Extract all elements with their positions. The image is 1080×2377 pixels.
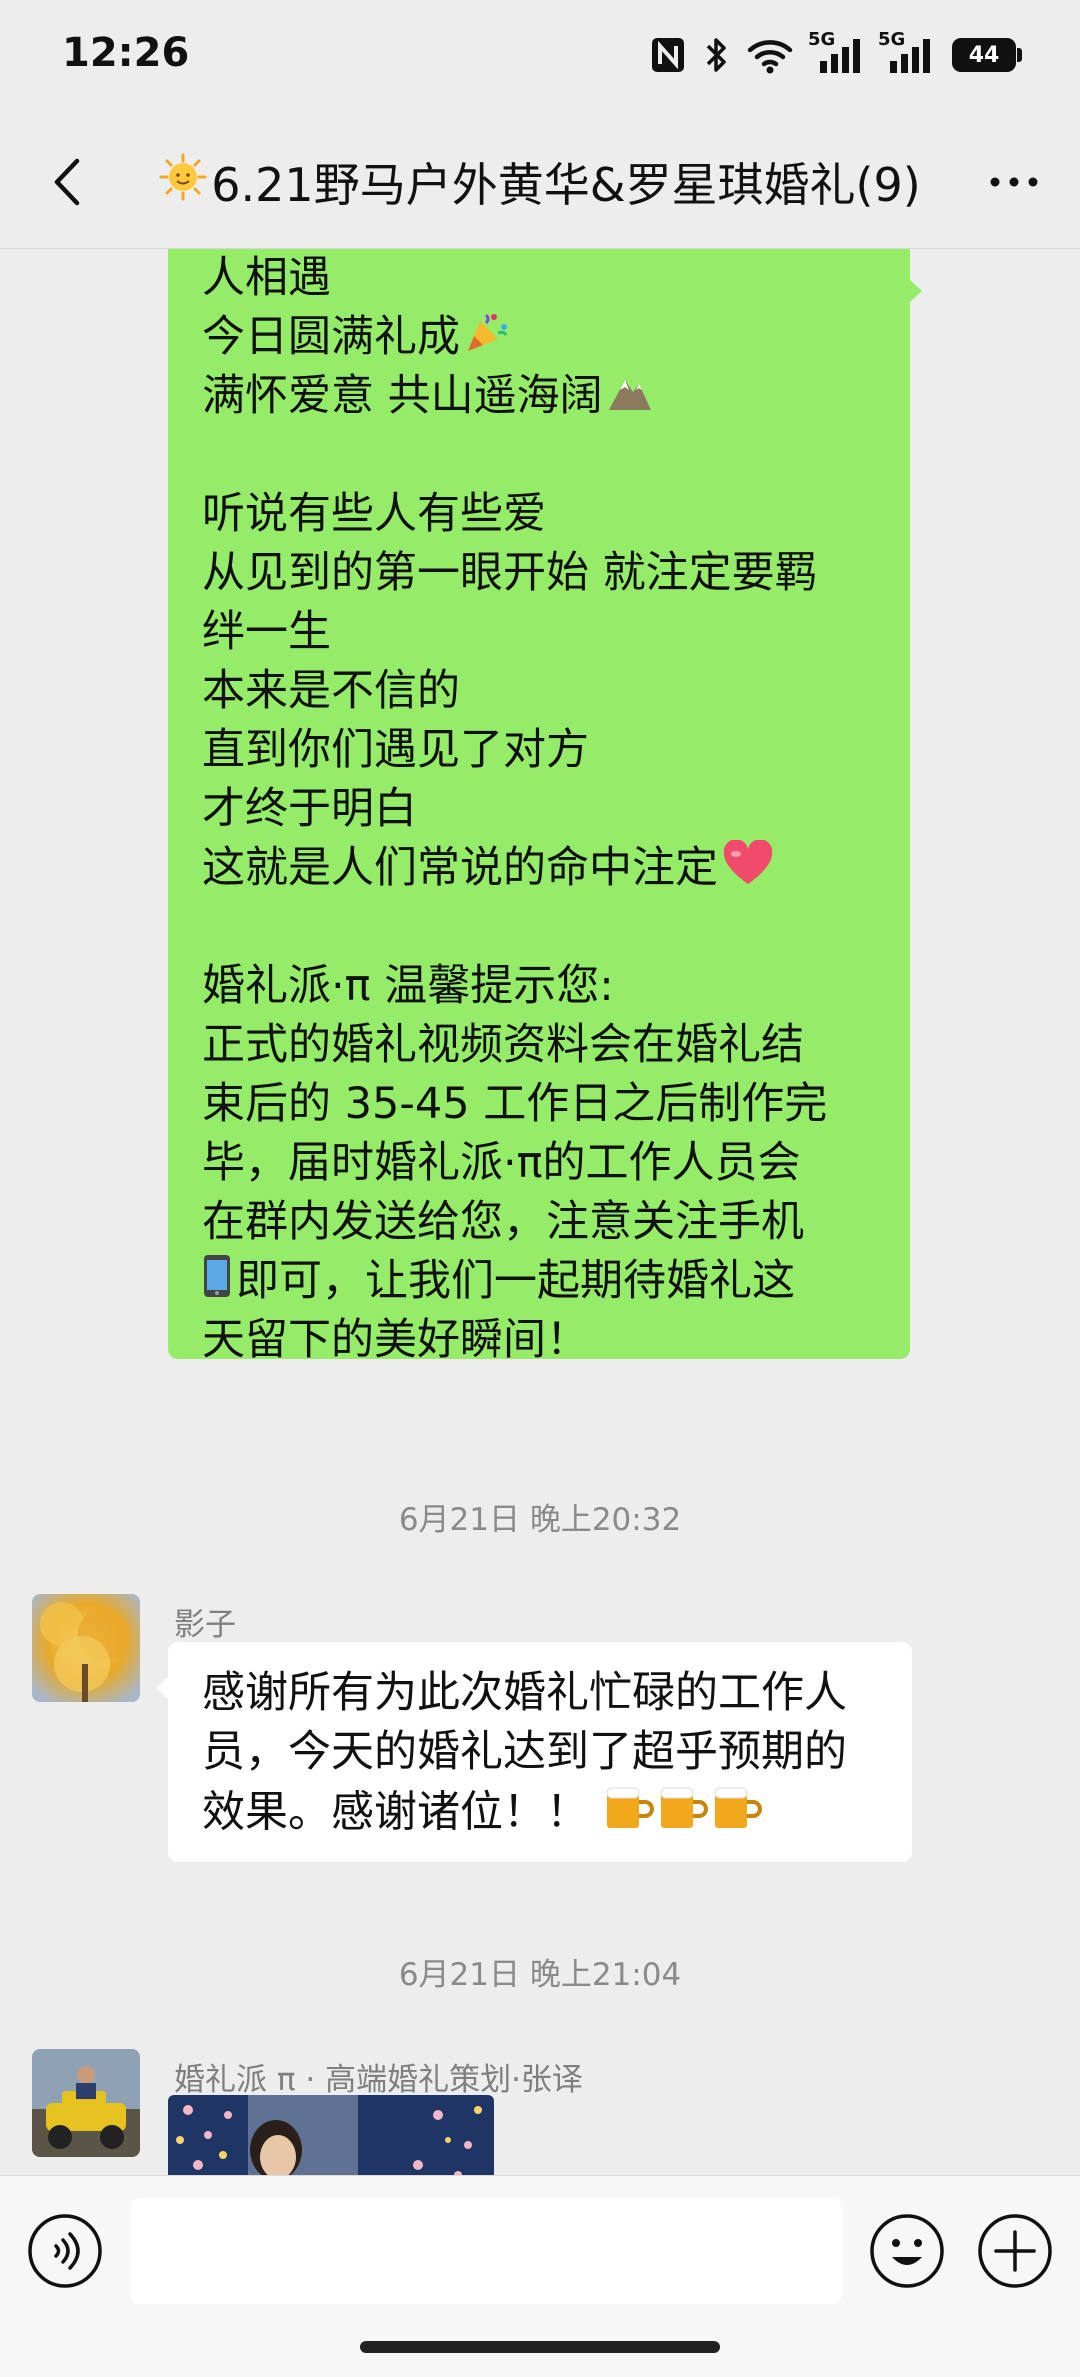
- bubble-tail: [909, 279, 922, 303]
- emoji-icon: [870, 2214, 944, 2288]
- message-line: 正式的婚礼视频资料会在婚礼结: [202, 1020, 804, 1070]
- voice-icon: [28, 2214, 102, 2288]
- plus-icon: [978, 2214, 1052, 2288]
- home-indicator[interactable]: [360, 2341, 720, 2353]
- signal-icon: 5G: [878, 29, 934, 75]
- heart-icon: [722, 838, 774, 902]
- more-dots-icon: [990, 177, 1038, 187]
- emoji-button[interactable]: [868, 2212, 946, 2290]
- status-bar: 12:26 5G 5G 44: [0, 0, 1080, 116]
- message-line: 绊一生: [202, 607, 331, 657]
- message-input[interactable]: [130, 2198, 842, 2304]
- incoming-message-bubble[interactable]: 感谢所有为此次婚礼忙碌的工作人员，今天的婚礼达到了超乎预期的效果。感谢诸位！！: [156, 1642, 912, 1862]
- beer-mug-icon: [603, 1782, 763, 1848]
- message-line: 天留下的美好瞬间！: [202, 1315, 589, 1365]
- status-icons: 5G 5G 44: [650, 29, 1022, 80]
- message-line: 即可，让我们一起期待婚礼这: [202, 1252, 880, 1311]
- battery-icon: 44: [952, 38, 1022, 72]
- message-line: 本来是不信的: [202, 666, 460, 716]
- party-popper-icon: [464, 309, 510, 371]
- network-label: 5G: [808, 29, 836, 50]
- chat-title-text: 6.21野马户外黄华&罗星琪婚礼(9): [211, 158, 921, 212]
- message-line: 束后的 35-45 工作日之后制作完: [202, 1079, 828, 1129]
- message-line: 听说有些人有些爱: [202, 489, 546, 539]
- sender-name: 影子: [174, 1607, 236, 1643]
- message-timestamp: 6月21日 晚上21:04: [398, 1957, 682, 1993]
- message-line: 这就是人们常说的命中注定: [202, 838, 880, 898]
- status-time: 12:26: [62, 30, 190, 76]
- avatar[interactable]: [32, 1594, 140, 1702]
- message-line: 从见到的第一眼开始 就注定要羁: [202, 548, 818, 598]
- message-line: 人相遇: [202, 253, 331, 303]
- message-line: 满怀爱意 共山遥海阔: [202, 367, 880, 426]
- voice-button[interactable]: [26, 2212, 104, 2290]
- message-line: [202, 898, 880, 957]
- chat-messages[interactable]: 人相遇 今日圆满礼成 满怀爱意 共山遥海阔 听说有些人有些爱 从见到的第一眼开始…: [0, 249, 1080, 2175]
- message-timestamp: 6月21日 晚上20:32: [398, 1502, 682, 1538]
- chat-header: 6.21野马户外黄华&罗星琪婚礼(9): [0, 116, 1080, 249]
- more-button[interactable]: [984, 152, 1044, 212]
- message-line: 毕，届时婚礼派·π的工作人员会: [202, 1138, 801, 1188]
- message-line: 婚礼派·π 温馨提示您:: [202, 961, 614, 1011]
- avatar[interactable]: [32, 2049, 140, 2157]
- message-line: 直到你们遇见了对方: [202, 725, 589, 775]
- wifi-icon: [746, 36, 794, 74]
- message-line: 在群内发送给您，注意关注手机: [202, 1197, 804, 1247]
- chat-title: 6.21野马户外黄华&罗星琪婚礼(9): [120, 152, 960, 212]
- outgoing-message-bubble[interactable]: 人相遇 今日圆满礼成 满怀爱意 共山遥海阔 听说有些人有些爱 从见到的第一眼开始…: [168, 249, 922, 1365]
- nfc-icon: [650, 36, 686, 74]
- message-line: [202, 426, 880, 485]
- chevron-left-icon: [54, 158, 80, 206]
- network-label: 5G: [878, 29, 906, 50]
- message-line: 才终于明白: [202, 784, 417, 834]
- bluetooth-icon: [704, 36, 728, 74]
- sender-name: 婚礼派 π · 高端婚礼策划·张译: [174, 2062, 583, 2098]
- message-image[interactable]: [168, 2095, 494, 2175]
- message-line: 今日圆满礼成: [202, 308, 880, 367]
- sun-emoji-icon: [159, 153, 207, 212]
- signal-icon: 5G: [808, 29, 864, 75]
- battery-level: 44: [968, 42, 1000, 68]
- more-functions-button[interactable]: [976, 2212, 1054, 2290]
- back-button[interactable]: [36, 152, 96, 212]
- mountain-icon: [607, 369, 653, 428]
- message-text: 人相遇 今日圆满礼成 满怀爱意 共山遥海阔 听说有些人有些爱 从见到的第一眼开始…: [202, 249, 880, 1370]
- input-bar: [0, 2175, 1080, 2377]
- mobile-phone-icon: [202, 1253, 232, 1315]
